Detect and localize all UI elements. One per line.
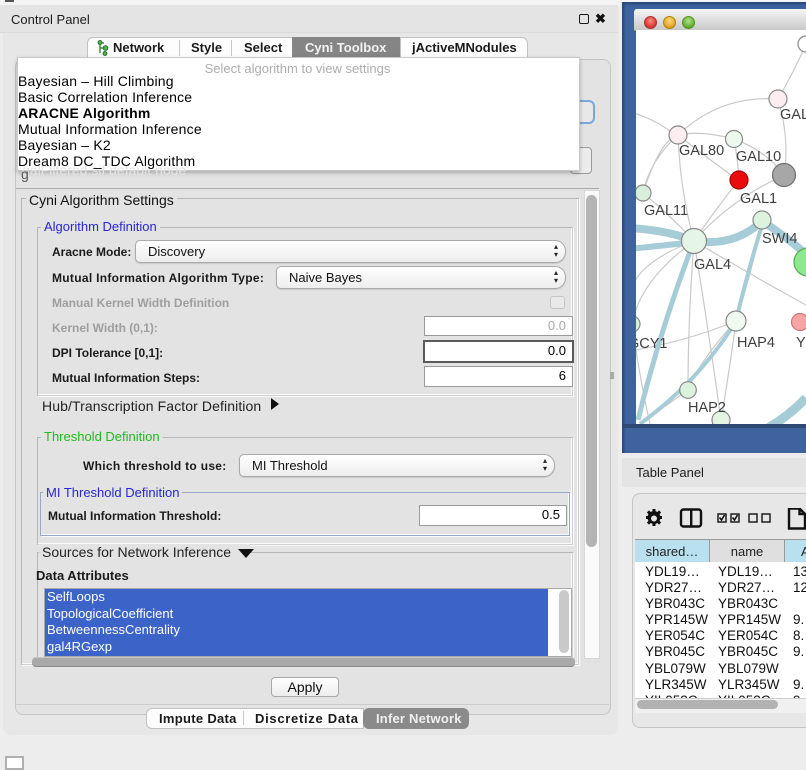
svg-text:GAL: GAL (780, 107, 806, 123)
svg-text:GAL80: GAL80 (679, 143, 724, 159)
svg-text:GAL4: GAL4 (694, 257, 731, 273)
svg-text:HAP4: HAP4 (737, 335, 775, 351)
svg-text:GAL1: GAL1 (740, 191, 777, 207)
svg-text:Y: Y (796, 335, 806, 351)
svg-text:HAP2: HAP2 (688, 400, 726, 416)
svg-text:GCY1: GCY1 (636, 336, 668, 352)
svg-text:GAL11: GAL11 (644, 203, 688, 219)
svg-text:GAL10: GAL10 (736, 149, 781, 165)
svg-text:SWI4: SWI4 (762, 231, 797, 247)
